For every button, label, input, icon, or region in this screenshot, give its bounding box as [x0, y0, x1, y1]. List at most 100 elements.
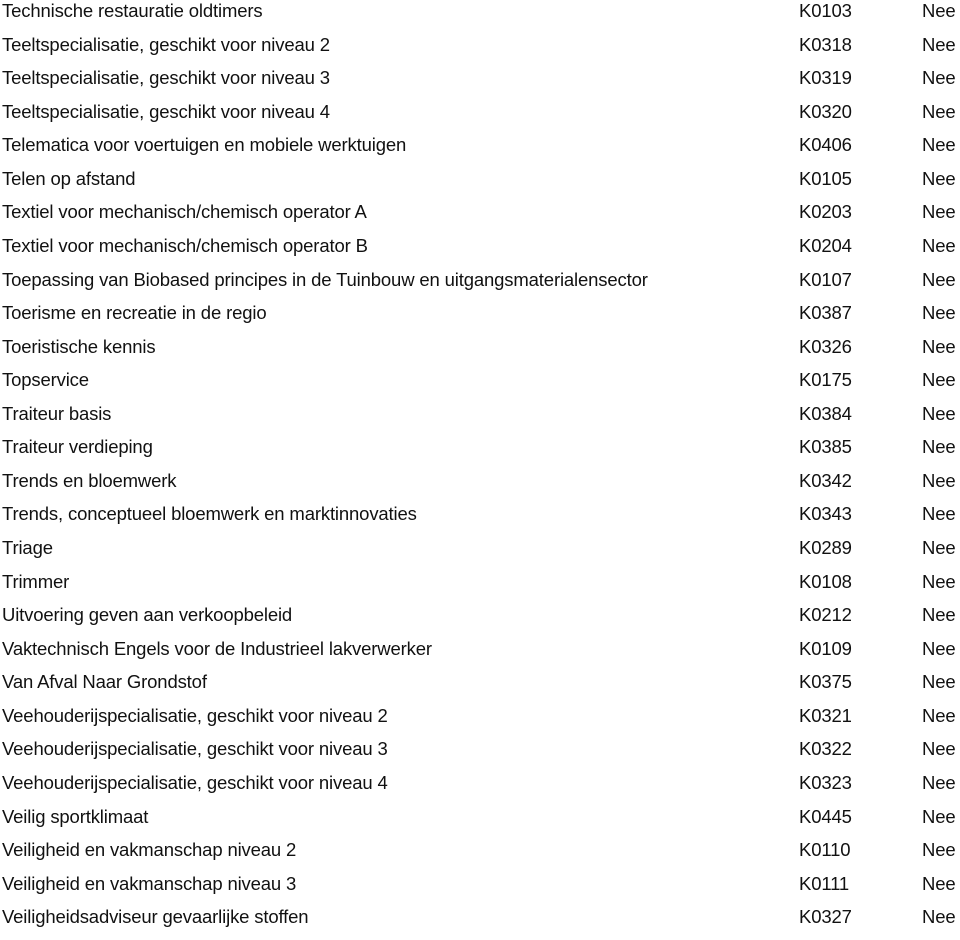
row-value: Nee	[922, 671, 956, 693]
row-code: K0322	[799, 738, 852, 760]
row-value: Nee	[922, 839, 956, 861]
table-row: Triage K0289 Nee	[0, 537, 960, 571]
table-row: Traiteur verdieping K0385 Nee	[0, 436, 960, 470]
table-row: Veiligheid en vakmanschap niveau 2 K0110 N…	[0, 839, 960, 873]
row-code: K0108	[799, 570, 852, 592]
row-name: Teeltspecialisatie, geschikt voor niveau…	[2, 100, 330, 122]
table-row: Telematica voor voertuigen en mobiele we…	[0, 134, 960, 168]
row-name: Uitvoering geven aan verkoopbeleid	[2, 604, 293, 626]
row-value: Nee	[922, 335, 956, 357]
table-row: Trends en bloemwerk K0342 Nee	[0, 470, 960, 504]
row-code: K0321	[799, 704, 852, 726]
row-name: Triage	[2, 537, 53, 558]
table-row: Topservice K0175 Nee	[0, 369, 960, 403]
row-value: Nee	[922, 570, 956, 592]
table-row: Van Afval Naar Grondstof K0375 Nee	[0, 671, 960, 705]
row-code: K0109	[799, 637, 852, 659]
row-name: Traiteur verdieping	[2, 436, 153, 458]
row-name: Trimmer	[2, 570, 70, 592]
row-name: Veiligheid en vakmanschap niveau 2	[2, 839, 297, 861]
row-name: Veehouderijspecialisatie, geschikt voor …	[2, 704, 388, 726]
table-row: Veiligheidsadviseur gevaarlijke stoffen K…	[0, 906, 960, 940]
keuzedelen-table: Technische restauratie oldtimers K0103 Nee…	[0, 0, 960, 940]
row-name: Telematica voor voertuigen en mobiele we…	[2, 134, 407, 156]
row-value: Nee	[922, 805, 956, 827]
row-value: Nee	[922, 234, 956, 256]
row-value: Nee	[922, 436, 956, 458]
row-value: Nee	[922, 369, 956, 391]
table-row: Telen op afstand K0105 Nee	[0, 168, 960, 202]
row-code: K0110	[799, 839, 851, 861]
row-value: Nee	[922, 302, 956, 324]
row-code: K0327	[799, 906, 852, 928]
row-value: Nee	[922, 537, 956, 558]
row-name: Veiligheidsadviseur gevaarlijke stoffen	[2, 906, 309, 928]
row-code: K0107	[799, 268, 852, 290]
row-code: K0445	[799, 805, 852, 827]
row-code: K0204	[799, 234, 852, 256]
row-name: Veilig sportklimaat	[2, 805, 149, 827]
row-code: K0175	[799, 369, 852, 391]
table-row: Toepassing van Biobased principes in de …	[0, 269, 960, 303]
row-value: Nee	[922, 167, 956, 189]
row-name: Trends, conceptueel bloemwerk en marktin…	[2, 503, 417, 525]
table-row: Technische restauratie oldtimers K0103 Nee	[0, 0, 960, 34]
row-code: K0203	[799, 201, 852, 223]
row-code: K0105	[799, 167, 852, 189]
row-value: Nee	[922, 906, 956, 928]
row-code: K0387	[799, 302, 852, 324]
row-value: Nee	[922, 469, 956, 491]
row-name: Veiligheid en vakmanschap niveau 3	[2, 872, 297, 894]
row-code: K0103	[799, 0, 852, 21]
row-code: K0384	[799, 402, 852, 424]
table-row: Veiligheid en vakmanschap niveau 3 K0111 N…	[0, 873, 960, 907]
row-name: Technische restauratie oldtimers	[2, 0, 263, 21]
table-row: Textiel voor mechanisch/chemisch operato…	[0, 235, 960, 269]
row-value: Nee	[922, 134, 956, 156]
table-row: Trends, conceptueel bloemwerk en marktin…	[0, 503, 960, 537]
row-code: K0212	[799, 604, 852, 626]
row-name: Toepassing van Biobased principes in de …	[2, 268, 648, 290]
row-code: K0375	[799, 671, 852, 693]
row-code: K0326	[799, 335, 852, 357]
row-name: Toerisme en recreatie in de regio	[2, 302, 267, 324]
row-name: Topservice	[2, 369, 89, 391]
table-row: Veilig sportklimaat K0445 Nee	[0, 806, 960, 840]
row-code: K0319	[799, 67, 852, 89]
table-row: Teeltspecialisatie, geschikt voor niveau…	[0, 34, 960, 68]
row-value: Nee	[922, 771, 956, 793]
row-name: Traiteur basis	[2, 402, 112, 424]
row-name: Teeltspecialisatie, geschikt voor niveau…	[2, 67, 330, 89]
row-name: Veehouderijspecialisatie, geschikt voor …	[2, 771, 388, 793]
table-row: Veehouderijspecialisatie, geschikt voor …	[0, 738, 960, 772]
row-code: K0289	[799, 537, 852, 558]
table-row: Uitvoering geven aan verkoopbeleid K0212 N…	[0, 604, 960, 638]
row-name: Trends en bloemwerk	[2, 469, 177, 491]
row-code: K0318	[799, 33, 852, 55]
table-row: Trimmer K0108 Nee	[0, 571, 960, 605]
row-value: Nee	[922, 738, 956, 760]
row-code: K0323	[799, 771, 852, 793]
row-code: K0385	[799, 436, 852, 458]
table-row: Toerisme en recreatie in de regio K0387 Ne…	[0, 302, 960, 336]
row-code: K0111	[799, 872, 849, 894]
row-name: Veehouderijspecialisatie, geschikt voor …	[2, 738, 388, 760]
row-value: Nee	[922, 704, 956, 726]
row-value: Nee	[922, 33, 956, 55]
row-value: Nee	[922, 201, 956, 223]
table-row: Teeltspecialisatie, geschikt voor niveau…	[0, 101, 960, 135]
table-row: Textiel voor mechanisch/chemisch operato…	[0, 201, 960, 235]
row-code: K0320	[799, 100, 852, 122]
table-row: Veehouderijspecialisatie, geschikt voor …	[0, 705, 960, 739]
row-name: Textiel voor mechanisch/chemisch operato…	[2, 234, 368, 256]
row-name: Telen op afstand	[2, 167, 136, 189]
table-row: Toeristische kennis K0326 Nee	[0, 336, 960, 370]
row-value: Nee	[922, 268, 956, 290]
row-value: Nee	[922, 637, 956, 659]
table-row: Teeltspecialisatie, geschikt voor niveau…	[0, 67, 960, 101]
row-name: Van Afval Naar Grondstof	[2, 671, 207, 693]
row-code: K0343	[799, 503, 852, 525]
row-code: K0342	[799, 469, 852, 491]
row-name: Toeristische kennis	[2, 335, 156, 357]
row-value: Nee	[922, 503, 956, 525]
